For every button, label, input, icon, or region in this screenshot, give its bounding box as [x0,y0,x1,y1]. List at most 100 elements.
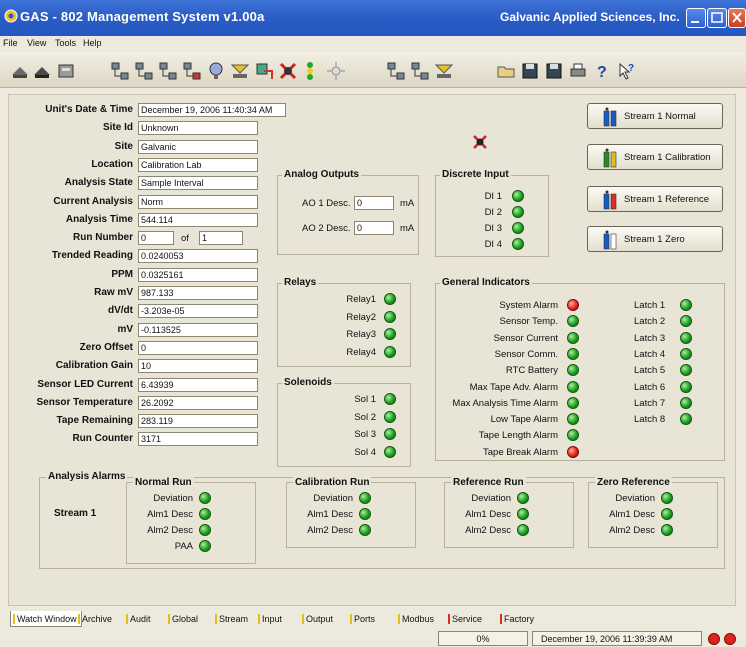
open-folder-icon[interactable] [496,61,516,81]
info-field[interactable]: -3.203e-05 [138,304,258,319]
tab-marker-icon [13,614,15,624]
alarm-group: Normal Run Deviation Alm1 Desc Alm2 Desc PAA [126,477,256,564]
connection-status-icon [708,633,720,645]
unit-icon[interactable] [56,61,76,81]
light-icon[interactable] [326,61,346,81]
alarm-group-title: Zero Reference [595,477,672,488]
tape-icon[interactable] [434,61,454,81]
menu-file[interactable]: File [3,38,18,48]
info-field[interactable]: Sample Interval [138,176,258,191]
menu-help[interactable]: Help [83,38,102,48]
save-as-icon[interactable] [544,61,564,81]
status-led-icon [567,364,579,377]
info-field[interactable]: 6.43939 [138,377,258,392]
title-bar[interactable]: GAS - 802 Management System v1.00a Galva… [0,0,746,36]
tab-output[interactable]: Output [300,611,337,627]
network-settings-icon[interactable] [182,61,202,81]
menu-view[interactable]: View [27,38,46,48]
info-field[interactable]: December 19, 2006 11:40:34 AM [138,103,286,117]
stream-button[interactable]: Stream 1 Zero [587,226,723,252]
indicator-label: System Alarm [499,300,558,311]
indicator-label: DI 3 [484,223,502,234]
save-icon[interactable] [520,61,540,81]
alarm-label: Alm2 Desc [307,525,353,536]
status-led-icon [567,315,579,328]
info-field[interactable]: 544.114 [138,212,258,227]
window-title: GAS - 802 Management System v1.00a [20,9,265,24]
info-field[interactable]: 0.0240053 [138,249,258,264]
stream-button[interactable]: Stream 1 Normal [587,103,723,129]
alarm-label: Deviation [615,493,655,504]
alarm-label: Alm2 Desc [609,525,655,536]
status-led-icon [567,413,579,426]
stream-button[interactable]: Stream 1 Calibration [587,144,723,170]
alarm-label: Deviation [471,493,511,504]
disconnect-icon[interactable] [32,61,52,81]
info-label: Location [91,158,133,170]
run-total-field[interactable]: 1 [199,231,243,246]
tab-bar: Watch Window Archive Audit Global Stream Inpu… [8,611,736,627]
network-icon[interactable] [158,61,178,81]
status-led-icon [384,393,396,405]
ao1-input[interactable]: 0 [354,196,394,210]
status-led-icon [680,331,692,344]
info-field[interactable]: -0.113525 [138,322,258,337]
info-field[interactable]: 10 [138,359,258,374]
alarm-off-icon[interactable] [278,61,298,81]
alarm-status-icon [473,135,487,149]
info-label: Current Analysis [53,195,133,207]
alarm-label: Alm1 Desc [307,509,353,520]
general-indicators-title: General Indicators [440,277,532,288]
context-help-icon[interactable]: ? [616,61,636,81]
ao2-input[interactable]: 0 [354,221,394,235]
info-field[interactable]: Unknown [138,121,258,136]
maximize-button[interactable] [707,8,727,28]
minimize-button[interactable] [686,8,706,28]
network-icon[interactable] [386,61,406,81]
minimize-icon [691,21,699,23]
network-icon[interactable] [410,61,430,81]
tab-watch-window[interactable]: Watch Window [10,611,82,627]
flow-icon[interactable] [254,61,274,81]
info-label: mV [117,323,133,335]
info-field[interactable]: Calibration Lab [138,157,258,172]
status-led-icon [680,380,692,393]
tab-stream[interactable]: Stream [213,611,252,627]
tab-global[interactable]: Global [166,611,202,627]
info-field[interactable]: 0 [138,231,174,246]
tape-icon[interactable] [230,61,250,81]
close-button[interactable] [728,8,746,28]
info-label: Sensor Temperature [36,396,133,408]
info-field[interactable]: 987.133 [138,286,258,300]
stream-button-label: Stream 1 Reference [624,194,710,205]
menu-tools[interactable]: Tools [55,38,76,48]
info-field[interactable]: Norm [138,194,258,209]
alarm-group-title: Reference Run [451,477,526,488]
connect-icon[interactable] [10,61,30,81]
tab-audit[interactable]: Audit [124,611,155,627]
info-field[interactable]: 0.0325161 [138,267,258,282]
help-icon[interactable]: ? [592,61,612,81]
network-icon[interactable] [110,61,130,81]
tab-ports[interactable]: Ports [348,611,379,627]
info-field[interactable]: 3171 [138,432,258,447]
latch-label: Latch 7 [634,397,666,409]
tab-label: Output [306,614,334,624]
tab-modbus[interactable]: Modbus [396,611,438,627]
stream-button[interactable]: Stream 1 Reference [587,186,723,212]
info-field[interactable]: 283.119 [138,414,258,429]
info-field[interactable]: 26.2092 [138,395,258,410]
network-icon[interactable] [134,61,154,81]
info-field[interactable]: 0 [138,340,258,355]
stream-icon [602,190,620,210]
tab-service[interactable]: Service [446,611,486,627]
tab-archive[interactable]: Archive [76,611,116,627]
sensor-icon[interactable] [206,61,226,81]
tab-input[interactable]: Input [256,611,286,627]
indicator-label: DI 4 [484,239,502,250]
tab-label: Input [262,614,283,624]
info-field[interactable]: Galvanic [138,139,258,154]
tab-factory[interactable]: Factory [498,611,538,627]
indicators-icon[interactable] [300,61,320,81]
print-icon[interactable] [568,61,588,81]
